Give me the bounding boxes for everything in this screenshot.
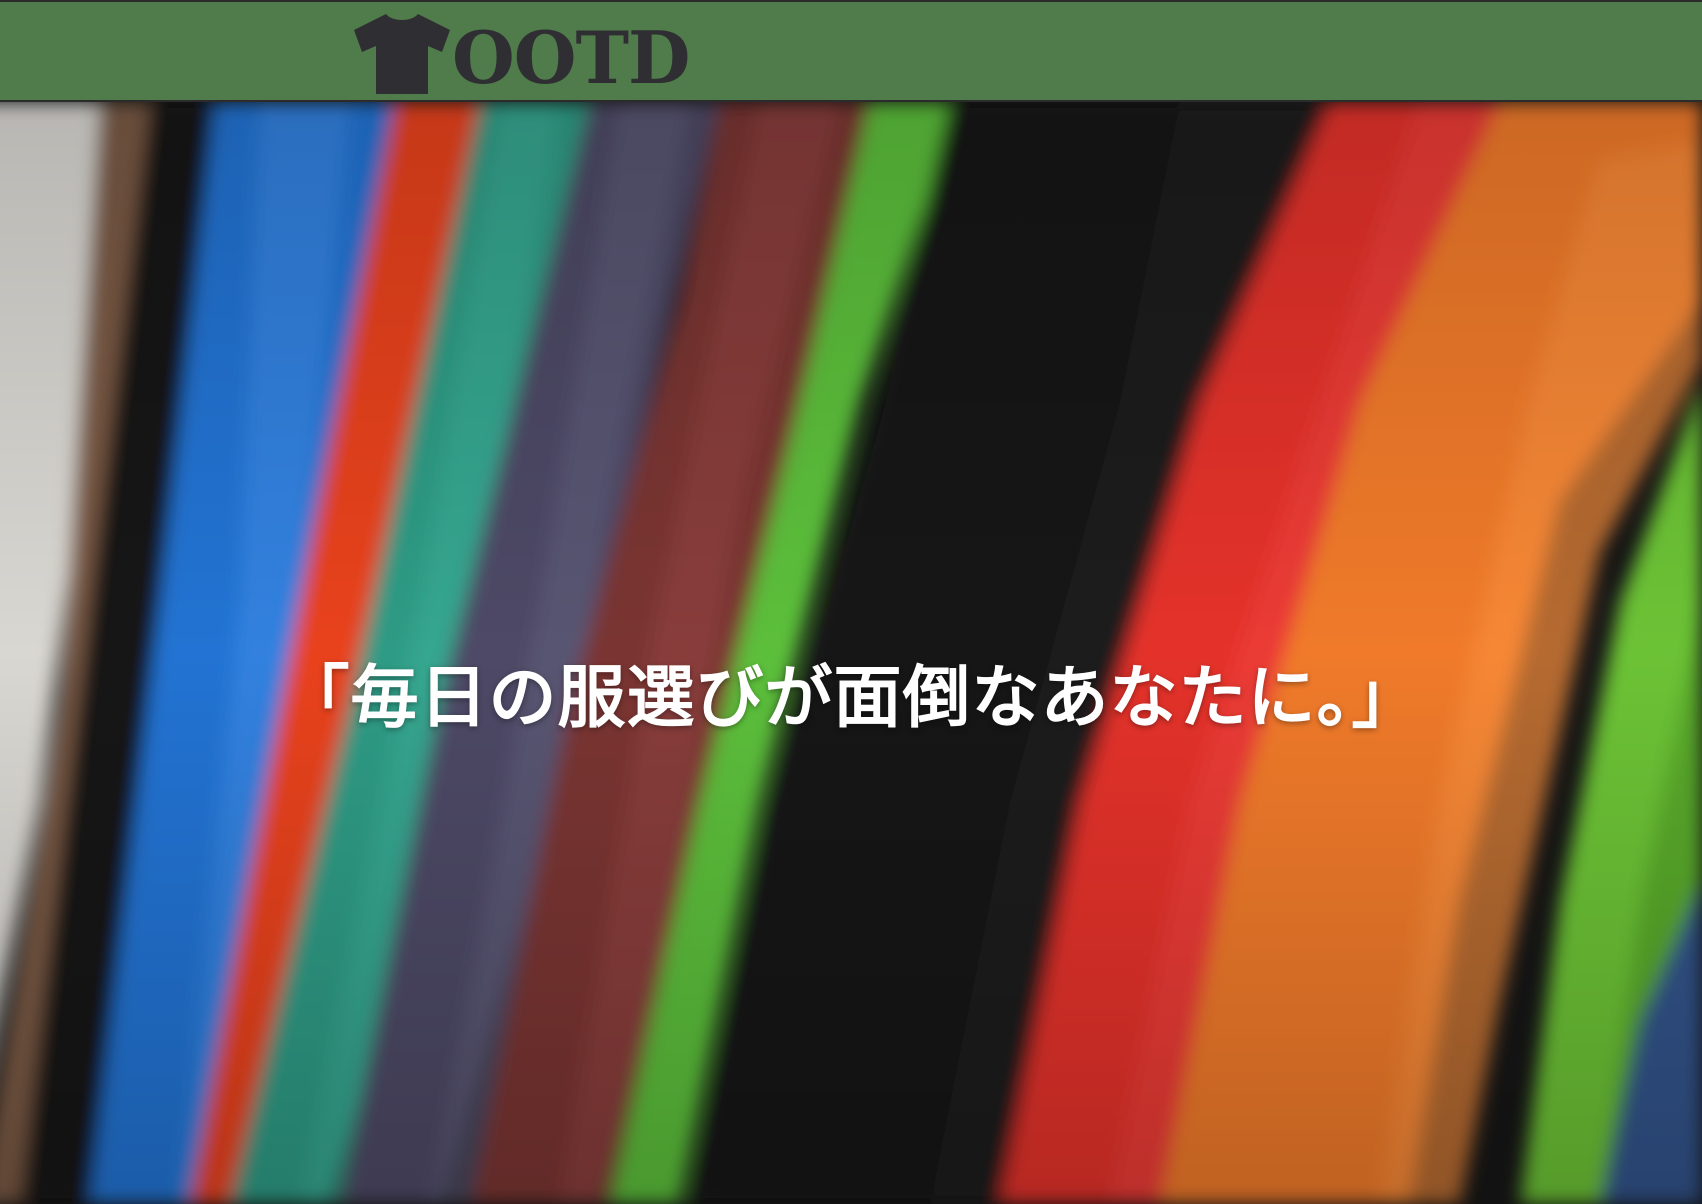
site-header: OOTD [0, 0, 1702, 102]
logo-link[interactable]: OOTD [350, 10, 690, 100]
page: OOTD 「毎日の服選びが面倒なあなたに。」 [0, 0, 1702, 1204]
hero-section: 「毎日の服選びが面倒なあなたに。」 [0, 102, 1702, 1204]
logo-text: OOTD [452, 15, 690, 100]
hero-tagline: 「毎日の服選びが面倒なあなたに。」 [281, 659, 1421, 738]
t-shirt-icon [354, 14, 450, 94]
